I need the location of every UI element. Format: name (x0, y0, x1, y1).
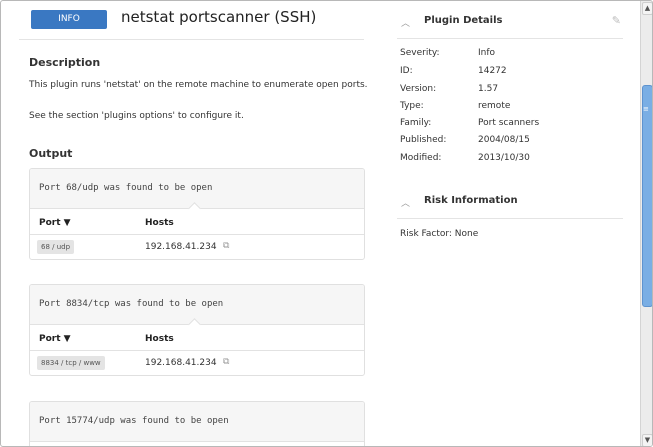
risk-factor: Risk Factor: None (400, 229, 479, 239)
detail-value: Info (478, 48, 496, 58)
description-see-also: See the section 'plugins options' to con… (29, 111, 244, 121)
pencil-icon[interactable]: ✎ (612, 14, 621, 27)
chevron-up-icon[interactable]: ︿ (401, 196, 410, 209)
description-heading: Description (29, 56, 101, 69)
detail-key: Modified: (400, 153, 442, 163)
plugin-header: INFO netstat portscanner (SSH) (19, 1, 364, 40)
plugin-details-heading: Plugin Details (424, 15, 503, 26)
detail-row: Version: 1.57 (400, 84, 498, 94)
external-link-icon[interactable]: ⧉ (223, 241, 229, 251)
hosts-column-header: Hosts (145, 218, 174, 228)
hosts-column-header: Hosts (145, 334, 174, 344)
severity-badge: INFO (31, 10, 107, 29)
table-header: Port ▼ Hosts (30, 325, 364, 351)
description-text: This plugin runs 'netstat' on the remote… (29, 80, 368, 90)
table-row: 68 / udp 192.168.41.234 ⧉ (30, 235, 364, 259)
plugin-title: netstat portscanner (SSH) (121, 8, 317, 26)
port-column-header[interactable]: Port ▼ (39, 218, 71, 228)
risk-information-heading: Risk Information (424, 195, 518, 206)
port-tag: 68 / udp (37, 240, 75, 254)
plugin-detail-view: INFO netstat portscanner (SSH) Descripti… (0, 0, 653, 447)
vertical-scrollbar[interactable]: ▲ ≡ ▼ (640, 1, 652, 446)
detail-key: Family: (400, 118, 432, 128)
detail-key: ID: (400, 66, 413, 76)
detail-key: Published: (400, 135, 447, 145)
output-message-text: Port 8834/tcp was found to be open (39, 299, 224, 309)
detail-value: 2013/10/30 (478, 153, 530, 163)
scroll-down-icon[interactable]: ▼ (642, 434, 652, 446)
detail-value: Port scanners (478, 118, 540, 128)
risk-information-header[interactable]: ︿ Risk Information (397, 183, 623, 219)
detail-key: Severity: (400, 48, 440, 58)
detail-row: Family: Port scanners (400, 118, 539, 128)
detail-row: Modified: 2013/10/30 (400, 153, 530, 163)
scroll-thumb[interactable] (642, 85, 652, 307)
plugin-details-header[interactable]: ︿ Plugin Details ✎ (397, 3, 623, 39)
grip-icon: ≡ (643, 105, 649, 113)
output-message-text: Port 68/udp was found to be open (39, 183, 213, 193)
detail-key: Type: (400, 101, 424, 111)
output-message-text: Port 15774/udp was found to be open (39, 416, 229, 426)
table-header: Port ▼ Hosts (30, 209, 364, 235)
table-row: 8834 / tcp / www 192.168.41.234 ⧉ (30, 351, 364, 375)
detail-row: Severity: Info (400, 48, 495, 58)
port-tag: 8834 / tcp / www (37, 356, 105, 370)
host-link[interactable]: 192.168.41.234 (145, 242, 217, 252)
output-heading: Output (29, 147, 73, 160)
chevron-up-icon[interactable]: ︿ (401, 16, 410, 29)
detail-row: Published: 2004/08/15 (400, 135, 530, 145)
output-block: Port 8834/tcp was found to be open Port … (29, 284, 365, 376)
detail-key: Version: (400, 84, 437, 94)
output-message: Port 68/udp was found to be open (30, 169, 364, 215)
external-link-icon[interactable]: ⧉ (223, 357, 229, 367)
output-message: Port 15774/udp was found to be open (30, 402, 364, 442)
detail-value: 1.57 (478, 84, 499, 94)
detail-value: 2004/08/15 (478, 135, 530, 145)
output-block: Port 68/udp was found to be open Port ▼ … (29, 168, 365, 260)
detail-row: Type: remote (400, 101, 510, 111)
detail-value: 14272 (478, 66, 507, 76)
scroll-up-icon[interactable]: ▲ (642, 2, 652, 15)
output-block: Port 15774/udp was found to be open (29, 401, 365, 446)
host-link[interactable]: 192.168.41.234 (145, 358, 217, 368)
detail-row: ID: 14272 (400, 66, 507, 76)
port-column-header[interactable]: Port ▼ (39, 334, 71, 344)
output-message: Port 8834/tcp was found to be open (30, 285, 364, 331)
detail-value: remote (478, 101, 511, 111)
